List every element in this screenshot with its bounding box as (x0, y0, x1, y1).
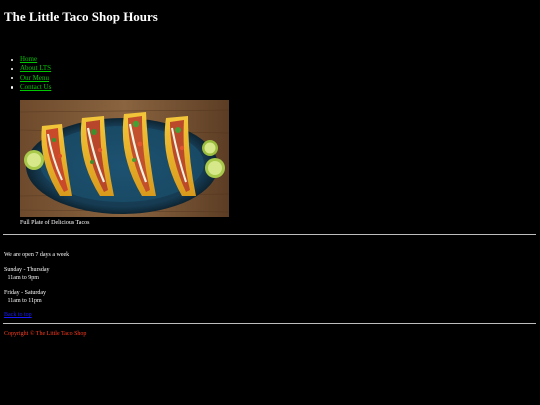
nav-item-home: Home (11, 55, 51, 64)
weekday-hours: 11am to 9pm (7, 275, 39, 281)
figure-caption: Full Plate of Delicious Tacos (20, 220, 90, 226)
tacos-figure (20, 100, 229, 217)
home-link[interactable]: Home (20, 55, 37, 63)
nav-item-menu: Our Menu (11, 74, 51, 83)
back-to-top-link[interactable]: Back to top (4, 312, 32, 319)
main-nav: Home About LTS Our Menu Contact Us (11, 55, 51, 92)
tacos-photo (20, 100, 229, 217)
our-menu-link[interactable]: Our Menu (20, 74, 49, 82)
nav-item-contact: Contact Us (11, 83, 51, 92)
divider-top (3, 234, 536, 235)
weekend-days: Friday - Saturday (4, 290, 46, 296)
page-title: The Little Taco Shop Hours (4, 9, 158, 24)
weekday-days: Sunday - Thursday (4, 267, 50, 273)
footer-copyright: Copyright © The Little Taco Shop (4, 331, 87, 337)
nav-item-about: About LTS (11, 64, 51, 73)
open-days-text: We are open 7 days a week (4, 252, 70, 258)
weekend-hours: 11am to 11pm (7, 297, 42, 304)
contact-us-link[interactable]: Contact Us (20, 83, 51, 91)
divider-bottom (3, 323, 536, 324)
about-lts-link[interactable]: About LTS (20, 64, 51, 72)
